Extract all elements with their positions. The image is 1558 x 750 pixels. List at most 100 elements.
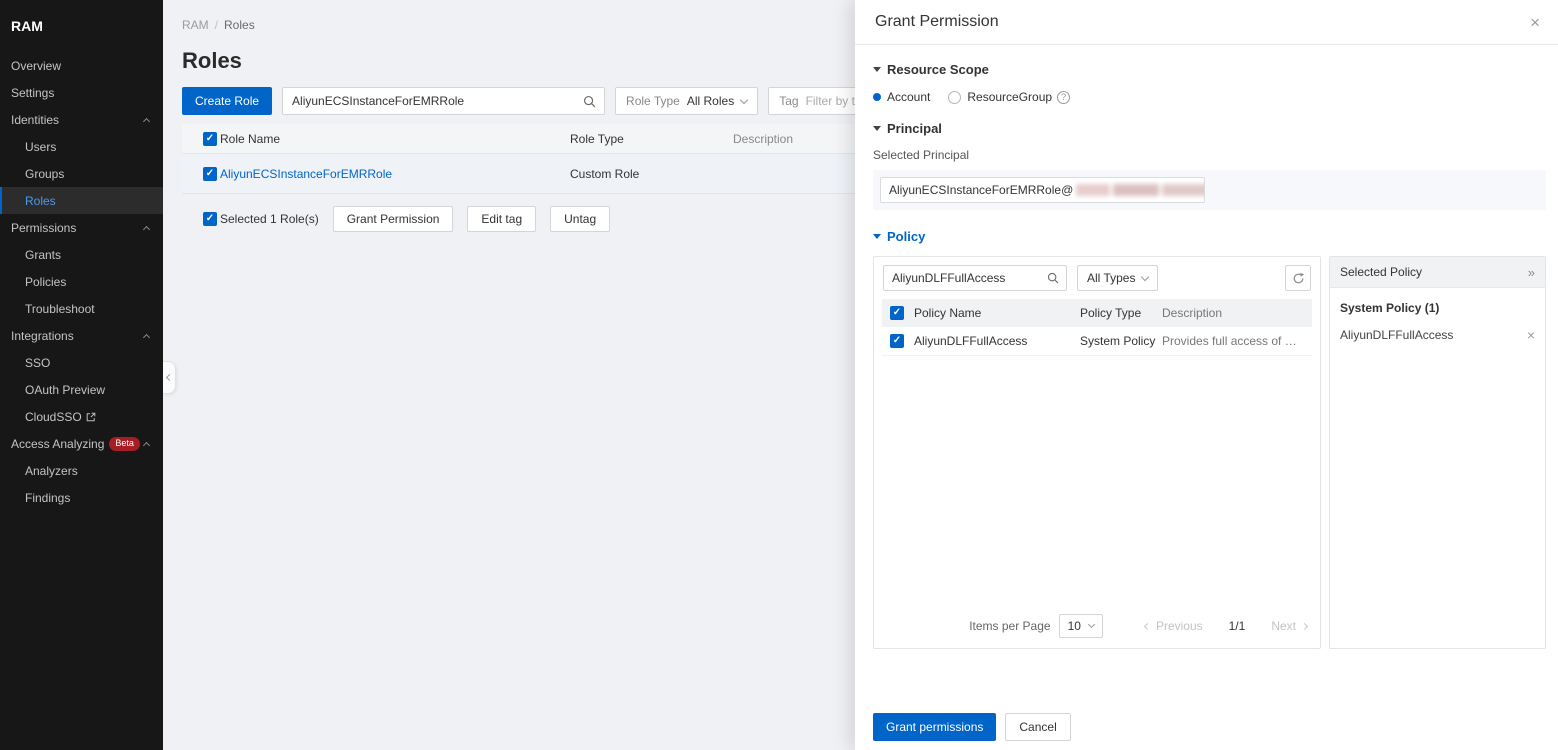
triangle-down-icon [873, 234, 881, 239]
account-radio[interactable] [873, 93, 881, 101]
search-icon[interactable] [574, 88, 604, 114]
page-size-select[interactable]: 10 [1058, 614, 1103, 638]
sidebar-item-policies[interactable]: Policies [0, 268, 163, 295]
policy-table-row[interactable]: AliyunDLFFullAccess System Policy Provid… [882, 327, 1312, 356]
sidebar-item-grants[interactable]: Grants [0, 241, 163, 268]
page-indicator: 1/1 [1228, 619, 1246, 633]
policy-picker-panel: All Types Policy Name Policy Type Descri… [873, 256, 1321, 649]
close-icon[interactable] [1528, 12, 1542, 33]
role-search [282, 87, 606, 115]
sidebar-group-label: Integrations [11, 328, 74, 343]
untag-button[interactable]: Untag [550, 206, 611, 232]
search-icon[interactable] [1040, 266, 1066, 290]
sidebar-item-label: Policies [25, 274, 67, 289]
selected-policy-title: Selected Policy [1340, 265, 1423, 279]
collapse-panel-icon[interactable] [1528, 265, 1535, 280]
breadcrumb-current: Roles [224, 18, 255, 32]
breadcrumb-root[interactable]: RAM [182, 18, 209, 32]
policy-row-checkbox[interactable] [890, 334, 904, 348]
sidebar-item-label: OAuth Preview [25, 382, 106, 397]
policy-search-input[interactable] [884, 271, 1040, 285]
chevron-up-icon [142, 117, 151, 125]
select-all-checkbox[interactable] [203, 131, 217, 146]
sidebar-item-troubleshoot[interactable]: Troubleshoot [0, 295, 163, 322]
sidebar-nav: Overview Settings Identities Users Group… [0, 52, 163, 511]
role-name-link[interactable]: AliyunECSInstanceForEMRRole [220, 167, 392, 181]
sidebar-group-identities[interactable]: Identities [0, 106, 163, 133]
sidebar-item-sso[interactable]: SSO [0, 349, 163, 376]
resource-group-radio-label[interactable]: ResourceGroup [967, 90, 1052, 104]
sidebar-item-groups[interactable]: Groups [0, 160, 163, 187]
sidebar-group-access-analyzing[interactable]: Access Analyzing Beta [0, 430, 163, 457]
sidebar-group-integrations[interactable]: Integrations [0, 322, 163, 349]
selected-policy-header: Selected Policy [1330, 257, 1545, 288]
triangle-down-icon [873, 126, 881, 131]
sidebar-item-roles[interactable]: Roles [0, 187, 163, 214]
chevron-down-icon [739, 95, 749, 104]
account-radio-label[interactable]: Account [887, 90, 930, 104]
grant-permission-drawer: Grant Permission Resource Scope Account … [855, 0, 1558, 750]
help-icon[interactable] [1057, 90, 1071, 104]
sidebar-item-analyzers[interactable]: Analyzers [0, 457, 163, 484]
sidebar-item-label: Analyzers [25, 463, 78, 478]
refresh-button[interactable] [1285, 265, 1311, 291]
resource-scope-options: Account ResourceGroup [873, 90, 1546, 104]
sidebar-item-oauth-preview[interactable]: OAuth Preview [0, 376, 163, 403]
selection-checkbox[interactable] [203, 212, 217, 226]
principal-tag[interactable]: AliyunECSInstanceForEMRRole@ ... [880, 177, 1205, 203]
app-root: RAM Overview Settings Identities Users G… [0, 0, 1558, 750]
sidebar-group-label: Access Analyzing [11, 436, 105, 451]
sidebar-item-cloudsso[interactable]: CloudSSO [0, 403, 163, 430]
drawer-header: Grant Permission [855, 0, 1558, 45]
chevron-up-icon [142, 333, 151, 341]
previous-label: Previous [1155, 619, 1203, 633]
external-link-icon [86, 412, 96, 422]
role-type-filter[interactable]: Role Type All Roles [615, 87, 759, 115]
policy-section-header[interactable]: Policy [873, 229, 1546, 244]
column-header-policy-type: Policy Type [1080, 306, 1142, 320]
selected-principal-label: Selected Principal [873, 148, 970, 162]
sidebar-item-label: SSO [25, 355, 51, 370]
chevron-left-icon [1143, 622, 1151, 630]
sidebar-item-overview[interactable]: Overview [0, 52, 163, 79]
sidebar-item-label: Groups [25, 166, 65, 181]
role-search-input[interactable] [283, 94, 575, 108]
selected-policy-name: AliyunDLFFullAccess [1340, 328, 1454, 342]
chevron-down-icon [1141, 272, 1150, 281]
filter-value: All Roles [686, 94, 735, 108]
resource-scope-section-header[interactable]: Resource Scope [873, 45, 1546, 77]
chevron-up-icon [142, 225, 151, 233]
column-header-role-type: Role Type [570, 131, 624, 146]
selected-policy-body: System Policy (1) AliyunDLFFullAccess [1330, 288, 1545, 355]
next-page-button[interactable]: Next [1271, 619, 1309, 633]
section-title-text: Policy [887, 229, 926, 244]
app-title: RAM [11, 18, 43, 34]
sidebar-item-settings[interactable]: Settings [0, 79, 163, 106]
grant-permissions-submit-button[interactable]: Grant permissions [873, 713, 997, 741]
filter-label: Tag [779, 94, 799, 108]
sidebar-item-label: CloudSSO [25, 409, 82, 424]
remove-policy-icon[interactable] [1527, 328, 1535, 342]
policy-type-filter[interactable]: All Types [1077, 265, 1159, 291]
edit-tag-button[interactable]: Edit tag [467, 206, 537, 232]
chevron-down-icon [1087, 620, 1095, 629]
sidebar-item-findings[interactable]: Findings [0, 484, 163, 511]
column-header-policy-description: Description [1162, 306, 1223, 320]
row-checkbox[interactable] [203, 166, 217, 181]
grant-permission-button[interactable]: Grant Permission [332, 206, 454, 232]
cancel-button[interactable]: Cancel [1005, 713, 1071, 741]
sidebar-group-permissions[interactable]: Permissions [0, 214, 163, 241]
previous-page-button[interactable]: Previous [1143, 619, 1203, 633]
create-role-button[interactable]: Create Role [182, 87, 273, 115]
policy-table: Policy Name Policy Type Description Aliy… [882, 299, 1312, 356]
filter-label: Role Type [626, 94, 680, 108]
resource-group-radio[interactable] [948, 90, 962, 104]
policy-type-cell: System Policy [1080, 334, 1156, 348]
policy-select-all-checkbox[interactable] [890, 306, 904, 320]
sidebar-collapse-handle[interactable] [163, 361, 176, 394]
sidebar-item-users[interactable]: Users [0, 133, 163, 160]
chevron-left-icon [165, 373, 173, 382]
principal-value-prefix: AliyunECSInstanceForEMRRole@ [889, 183, 1074, 197]
principal-section-header[interactable]: Principal [873, 121, 1546, 136]
sidebar-group-label: Permissions [11, 220, 77, 235]
